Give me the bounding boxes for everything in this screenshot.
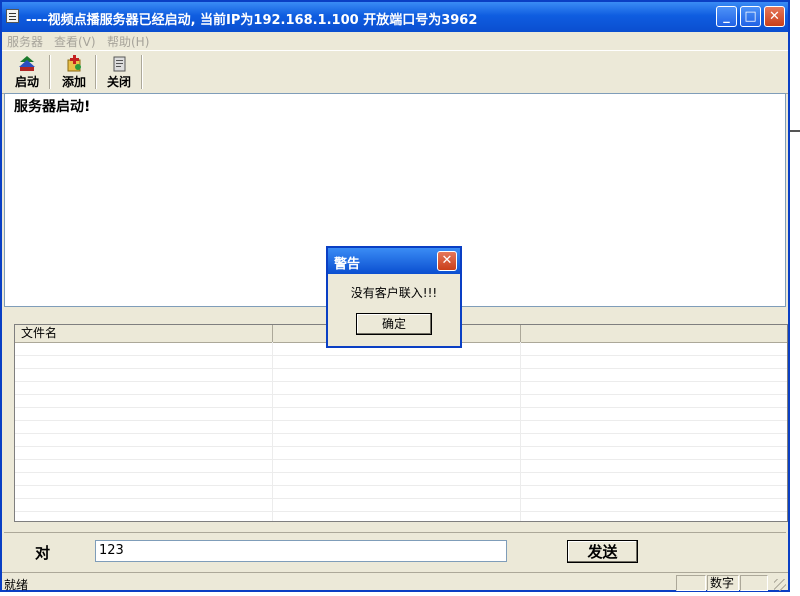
close-label: 关闭	[106, 75, 131, 89]
list-row[interactable]	[15, 473, 787, 486]
dialog-message: 没有客户联入!!!	[350, 286, 438, 300]
status-pane-3	[740, 575, 768, 591]
app-icon[interactable]	[6, 9, 19, 23]
maximize-button[interactable]: □	[740, 6, 761, 27]
toolbar-separator	[49, 55, 51, 89]
list-row[interactable]	[15, 356, 787, 369]
send-button[interactable]: 发送	[567, 540, 638, 563]
list-row[interactable]	[15, 421, 787, 434]
toolbar-separator	[141, 55, 143, 89]
resize-grip[interactable]	[774, 579, 786, 591]
list-row[interactable]	[15, 447, 787, 460]
file-list[interactable]: 文件名	[14, 324, 788, 522]
message-input[interactable]: 123	[95, 540, 507, 562]
warning-dialog: 警告 ✕ 没有客户联入!!! 确定	[326, 246, 462, 348]
start-label: 启动	[14, 75, 39, 89]
add-button[interactable]: 添加	[54, 53, 94, 91]
send-bar: 对 123 发送	[4, 532, 786, 571]
status-pane-1	[676, 575, 706, 591]
menu-view[interactable]: 查看(V)	[54, 33, 96, 50]
close-toolbar-button[interactable]: 关闭	[99, 53, 139, 91]
toolbar: 启动 添加 关闭	[2, 50, 788, 94]
add-icon	[67, 55, 81, 72]
menu-server[interactable]: 服务器	[7, 33, 43, 50]
close-button[interactable]: ✕	[764, 6, 785, 27]
minimize-button[interactable]: _	[716, 6, 737, 27]
start-icon	[19, 56, 35, 71]
list-row[interactable]	[15, 369, 787, 382]
to-label: 对	[35, 544, 51, 562]
list-row[interactable]	[15, 434, 787, 447]
list-row[interactable]	[15, 408, 787, 421]
toolbar-separator	[95, 55, 97, 89]
column-3[interactable]	[521, 325, 787, 342]
column-filename[interactable]: 文件名	[15, 325, 273, 342]
start-button[interactable]: 启动	[7, 53, 47, 91]
dialog-title-bar[interactable]: 警告 ✕	[328, 248, 460, 274]
status-text: 就绪	[4, 578, 29, 592]
list-row[interactable]	[15, 395, 787, 408]
list-row[interactable]	[15, 460, 787, 473]
menu-help[interactable]: 帮助(H)	[107, 33, 149, 50]
background-window-edge	[790, 130, 800, 132]
menu-bar: 服务器 查看(V) 帮助(H)	[2, 32, 788, 50]
status-pane-num: 数字	[707, 575, 739, 591]
title-bar[interactable]: ----视频点播服务器已经启动, 当前IP为192.168.1.100 开放端口…	[2, 2, 788, 32]
dialog-close-button[interactable]: ✕	[437, 251, 457, 271]
list-row[interactable]	[15, 499, 787, 512]
list-row[interactable]	[15, 382, 787, 395]
status-bar: 就绪 数字	[2, 572, 788, 593]
window-title: ----视频点播服务器已经启动, 当前IP为192.168.1.100 开放端口…	[26, 13, 478, 28]
list-row[interactable]	[15, 486, 787, 499]
add-label: 添加	[61, 75, 86, 89]
close-icon	[113, 56, 126, 72]
dialog-title: 警告	[334, 257, 361, 272]
dialog-ok-button[interactable]: 确定	[356, 313, 432, 335]
log-text: 服务器启动!	[14, 99, 91, 115]
